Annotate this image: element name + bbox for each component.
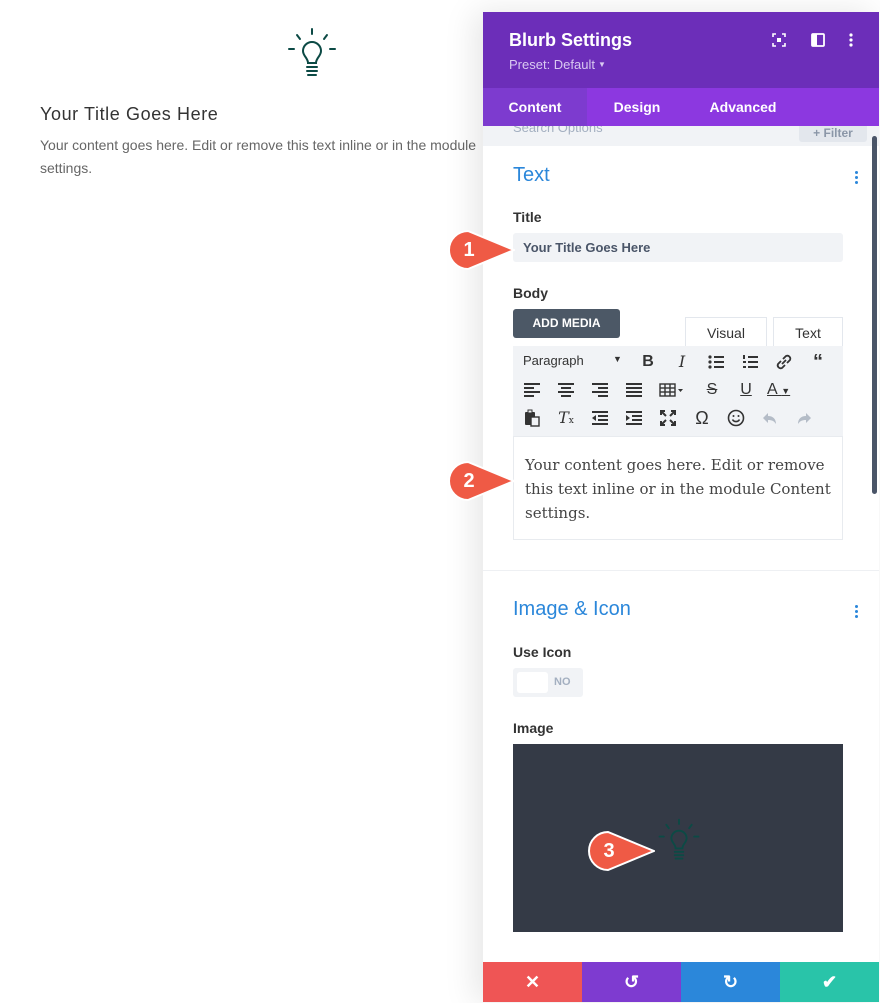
align-left-icon[interactable] [521,379,543,401]
bullet-list-icon[interactable] [705,351,727,373]
section-options-icon[interactable] [851,604,861,620]
numbered-list-icon[interactable] [739,351,761,373]
save-button[interactable]: ✔ [780,962,879,1002]
redo-button[interactable]: ↻ [681,962,780,1002]
outdent-icon[interactable] [589,407,611,429]
expand-icon[interactable] [771,32,787,48]
link-icon[interactable] [773,351,795,373]
section-options-icon[interactable] [851,170,861,186]
caret-down-icon: ▼ [598,60,606,69]
scrollbar[interactable] [872,136,877,494]
indent-icon[interactable] [623,407,645,429]
fullscreen-icon[interactable] [657,407,679,429]
italic-icon[interactable]: I [671,351,693,373]
tab-text[interactable]: Text [773,317,843,347]
text-color-icon[interactable]: A ▼ [767,379,803,401]
sidebar-toggle-icon[interactable] [810,32,826,48]
section-title-text[interactable]: Text [513,164,550,187]
blurb-body[interactable]: Your content goes here. Edit or remove t… [40,134,500,180]
callout-number: 1 [463,239,475,261]
section-title-image-icon[interactable]: Image & Icon [513,598,631,621]
close-icon: ✕ [524,972,541,992]
table-icon[interactable] [657,379,687,401]
title-label: Title [513,209,542,225]
callout-1: 1 [447,229,517,271]
search-bar: Search Options + Filter [483,126,879,146]
tab-design[interactable]: Design [587,88,687,126]
align-center-icon[interactable] [555,379,577,401]
redo-icon[interactable] [793,407,815,429]
blurb-settings-panel: Blurb Settings Preset: Default ▼ Content … [483,12,879,1002]
body-editor[interactable]: Your content goes here. Edit or remove t… [513,436,843,540]
image-label: Image [513,720,554,736]
blurb-title[interactable]: Your Title Goes Here [40,104,218,125]
discard-button[interactable]: ✕ [483,962,582,1002]
add-media-button[interactable]: ADD MEDIA [513,309,620,338]
panel-title: Blurb Settings [509,30,633,50]
strikethrough-icon[interactable]: S [701,379,723,401]
blockquote-icon[interactable]: “ [807,351,829,373]
align-right-icon[interactable] [589,379,611,401]
undo-button[interactable]: ↺ [582,962,681,1002]
tab-advanced[interactable]: Advanced [687,88,799,126]
section-divider [483,570,879,571]
preset-label: Preset: Default [509,57,595,72]
format-select[interactable]: Paragraph [523,353,584,368]
use-icon-label: Use Icon [513,644,572,660]
title-input[interactable]: Your Title Goes Here [513,233,843,262]
emoji-icon[interactable] [725,407,747,429]
filter-button[interactable]: + Filter [799,126,867,142]
clear-format-icon[interactable]: Tx [555,407,577,429]
toggle-state: NO [554,676,571,688]
paste-icon[interactable] [521,407,543,429]
toggle-knob [517,672,548,693]
caret-down-icon: ▼ [613,354,622,364]
preset-selector[interactable]: Preset: Default ▼ [509,57,606,72]
image-upload[interactable] [513,744,843,932]
panel-footer: ✕ ↺ ↻ ✔ [483,962,879,1002]
justify-icon[interactable] [623,379,645,401]
callout-number: 3 [603,840,615,862]
builder-page: Your Title Goes Here Your content goes h… [0,0,880,1003]
use-icon-toggle[interactable]: NO [513,668,583,697]
tab-content[interactable]: Content [483,88,587,126]
lightbulb-icon [658,818,700,860]
callout-number: 2 [463,470,475,492]
settings-tabs: Content Design Advanced [483,88,879,126]
callout-2: 2 [447,460,517,502]
special-char-icon[interactable]: Ω [691,407,713,429]
underline-icon[interactable]: U [735,379,757,401]
bold-icon[interactable]: B [637,351,659,373]
lightbulb-icon [288,28,336,76]
more-options-icon[interactable] [843,32,859,48]
search-input[interactable]: Search Options [513,126,603,135]
panel-header: Blurb Settings Preset: Default ▼ [483,12,879,88]
editor-toolbar: Paragraph ▼ B I “ S U A ▼ Tx Ω [513,346,843,436]
undo-icon: ↺ [623,972,640,992]
redo-icon: ↻ [722,972,739,992]
undo-icon[interactable] [759,407,781,429]
body-label: Body [513,285,548,301]
tab-visual[interactable]: Visual [685,317,767,347]
check-icon: ✔ [821,972,838,992]
callout-3: 3 [587,830,657,872]
